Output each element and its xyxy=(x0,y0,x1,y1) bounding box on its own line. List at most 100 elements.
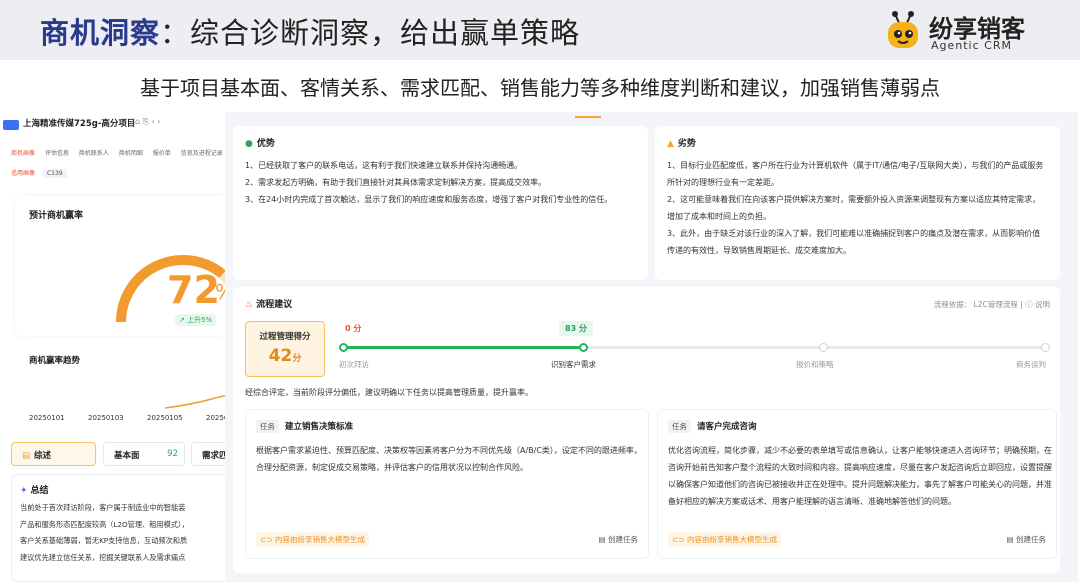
task-body: 优化咨询流程，简化步骤，减少不必要的表单填写或信息确认，让客户能够快速进入咨询环… xyxy=(668,446,1052,506)
checklist-icon: ▤ xyxy=(598,535,606,544)
brand-subtitle: Agentic CRM xyxy=(931,39,1012,52)
trend-date: 20250 xyxy=(206,414,225,422)
project-title: 上海精准传媒725g-高分项目 xyxy=(23,119,136,129)
document-icon: ▤ xyxy=(22,451,31,461)
process-advice-card: ♨ 流程建议 流程依据： L2C管理流程 | ⓘ 说明 过程管理得分 42分 0 … xyxy=(233,287,1060,573)
stage-score-badge: 83 分 xyxy=(559,321,593,336)
tab-opportunity-profile[interactable]: 商机画像 xyxy=(11,150,35,157)
title-rest: ：综合诊断洞察，给出赢单策略 xyxy=(160,16,581,50)
ai-generated-note: ⊂⊃ 内容由纷享销售大模型生成 xyxy=(668,532,781,547)
stage-node xyxy=(579,343,588,352)
app-screenshot: 上海精准传媒725g-高分项目 ⌂ ⎘ ‹ › 商机画像 评估信息 商机联系人 … xyxy=(3,112,1078,582)
stage-node xyxy=(819,343,828,352)
trend-dates: 20250101 20250103 20250105 20250 xyxy=(29,414,225,422)
tab-fundamentals[interactable]: 基本面 92 xyxy=(103,442,185,466)
stage-node xyxy=(1041,343,1050,352)
advantages-title: ● 优势 xyxy=(245,136,636,149)
process-score-number: 42 xyxy=(268,346,293,366)
task-header: 任务 建立销售决策标准 xyxy=(256,420,354,433)
task-header: 任务 请客户完成咨询 xyxy=(668,420,757,433)
sparkle-icon: ✦ xyxy=(20,486,28,496)
win-rate-value: 72 xyxy=(167,268,220,312)
disadvantages-text: 1、目标行业匹配度低，客户所在行业为计算机软件（属于IT/通信/电子/互联网大类… xyxy=(667,161,1044,255)
page-subtitle: 基于项目基本面、客情关系、需求匹配、销售能力等多种维度判断和建议，加强销售薄弱点 xyxy=(140,76,940,100)
task-tag: 任务 xyxy=(668,420,691,433)
profile-tags: 适用画像 C139 xyxy=(11,168,67,178)
tab-details[interactable]: 商机明细 xyxy=(119,150,143,157)
project-action-icons[interactable]: ⌂ ⎘ ‹ › xyxy=(135,117,161,127)
tab-quote[interactable]: 报价单 xyxy=(153,150,171,157)
process-basis[interactable]: 流程依据： L2C管理流程 | ⓘ 说明 xyxy=(934,299,1050,310)
ai-generated-text: 内容由纷享销售大模型生成 xyxy=(686,535,777,544)
stage-progress-track xyxy=(339,343,1050,352)
create-task-label: 创建任务 xyxy=(608,535,638,544)
summary-tab-bar: ▤ 综述 基本面 92 需求匹 xyxy=(11,442,225,468)
stage-label: 报价和策略 xyxy=(796,360,834,369)
tab-evaluation[interactable]: 评估信息 xyxy=(45,150,69,157)
opportunity-side-panel: 上海精准传媒725g-高分项目 ⌂ ⎘ ‹ › 商机画像 评估信息 商机联系人 … xyxy=(3,112,225,582)
process-evaluation: 经综合评定，当前阶段评分偏低，建议明确以下任务以提高管理质量，提升赢率。 xyxy=(245,388,533,397)
summary-title: ✦ 总结 xyxy=(20,483,49,496)
tab-contacts[interactable]: 商机联系人 xyxy=(79,150,109,157)
brand-logo: 纷享销客 Agentic CRM xyxy=(883,9,1073,53)
tab-demand-match[interactable]: 需求匹 xyxy=(191,442,225,466)
header-banner: 商机洞察：综合诊断洞察，给出赢单策略 纷享销客 Agentic CRM xyxy=(0,0,1080,60)
task-tag: 任务 xyxy=(256,420,279,433)
win-rate-label: 预计商机赢率 xyxy=(29,211,84,221)
win-rate-card: 预计商机赢率 72 % ↗ 上升5% xyxy=(15,196,225,336)
project-type-badge xyxy=(3,120,19,130)
disadvantages-title-text: 劣势 xyxy=(677,139,696,149)
advantages-card: ● 优势 1、已经获取了客户的联系电话，这有利于我们快速建立联系并保持沟通畅通。 … xyxy=(233,126,648,280)
process-score-value: 42分 xyxy=(246,346,324,366)
process-score-box: 过程管理得分 42分 xyxy=(245,321,325,377)
tab-fundamentals-label: 基本面 xyxy=(114,451,140,461)
warning-icon: ▲ xyxy=(667,139,674,149)
win-rate-percent-sign: % xyxy=(215,280,225,304)
tab-records[interactable]: 信息及进程记录 xyxy=(181,150,223,157)
flame-icon: ♨ xyxy=(245,300,254,310)
summary-text: 当前处于首次拜访阶段，客户属于制造业中的智能装 产品和服务形态匹配度较高（L2O… xyxy=(20,503,189,562)
insight-main-area: ● 优势 1、已经获取了客户的联系电话，这有利于我们快速建立联系并保持沟通畅通。 … xyxy=(229,112,1078,582)
task-title: 请客户完成咨询 xyxy=(697,422,757,432)
stage-label: 商务谈判 xyxy=(1016,360,1046,369)
stage-label: 识别客户需求 xyxy=(551,360,596,369)
tab-overview[interactable]: ▤ 综述 xyxy=(11,442,96,466)
trend-date: 20250101 xyxy=(29,414,65,422)
trend-date: 20250103 xyxy=(88,414,124,422)
disadvantages-card: ▲ 劣势 1、目标行业匹配度低，客户所在行业为计算机软件（属于IT/通信/电子/互… xyxy=(655,126,1060,280)
profile-tag-primary[interactable]: 适用画像 xyxy=(11,170,35,177)
ai-icon: ⊂⊃ xyxy=(672,535,685,544)
tab-fundamentals-score: 92 xyxy=(167,449,178,459)
advantages-title-text: 优势 xyxy=(256,139,275,149)
summary-card: ✦ 总结 当前处于首次拜访阶段，客户属于制造业中的智能装 产品和服务形态匹配度较高… xyxy=(11,474,225,582)
active-indicator xyxy=(575,116,601,118)
ai-icon: ⊂⊃ xyxy=(260,535,273,544)
task-title: 建立销售决策标准 xyxy=(285,422,354,432)
stage-score-badge: 0 分 xyxy=(339,321,368,336)
detail-tabs: 商机画像 评估信息 商机联系人 商机明细 报价单 信息及进程记录 xyxy=(11,148,225,157)
advantages-text: 1、已经获取了客户的联系电话，这有利于我们快速建立联系并保持沟通畅通。 2、需求… xyxy=(245,161,613,204)
process-score-unit: 分 xyxy=(292,354,302,364)
bee-logo-icon xyxy=(888,11,918,48)
win-rate-trend-card: 商机赢率趋势 20250101 20250103 20250105 20250 xyxy=(15,344,225,436)
process-score-label: 过程管理得分 xyxy=(259,332,311,342)
trend-line xyxy=(165,395,225,409)
checklist-icon: ▤ xyxy=(1006,535,1014,544)
trend-label: 商机赢率趋势 xyxy=(29,356,81,366)
ai-generated-note: ⊂⊃ 内容由纷享销售大模型生成 xyxy=(256,532,369,547)
process-advice-title-text: 流程建议 xyxy=(256,300,293,310)
profile-tag-secondary: C139 xyxy=(42,169,67,178)
process-advice-title: ♨ 流程建议 xyxy=(245,297,292,310)
tab-demand-label: 需求匹 xyxy=(202,451,225,461)
task-body: 根据客户需求紧迫性、预算匹配度、决策权等因素将客户分为不同优先级（A/B/C类）… xyxy=(256,446,642,472)
ai-generated-text: 内容由纷享销售大模型生成 xyxy=(274,535,365,544)
trend-date: 20250105 xyxy=(147,414,183,422)
stage-node xyxy=(339,343,348,352)
summary-title-text: 总结 xyxy=(30,486,49,496)
disadvantages-title: ▲ 劣势 xyxy=(667,136,1048,149)
task-card: 任务 建立销售决策标准 根据客户需求紧迫性、预算匹配度、决策权等因素将客户分为不同… xyxy=(245,409,649,559)
title-accent: 商机洞察 xyxy=(40,16,161,50)
create-task-button[interactable]: ▤ 创建任务 xyxy=(599,534,638,545)
create-task-button[interactable]: ▤ 创建任务 xyxy=(1007,534,1046,545)
page-title: 商机洞察：综合诊断洞察，给出赢单策略 xyxy=(40,10,580,52)
